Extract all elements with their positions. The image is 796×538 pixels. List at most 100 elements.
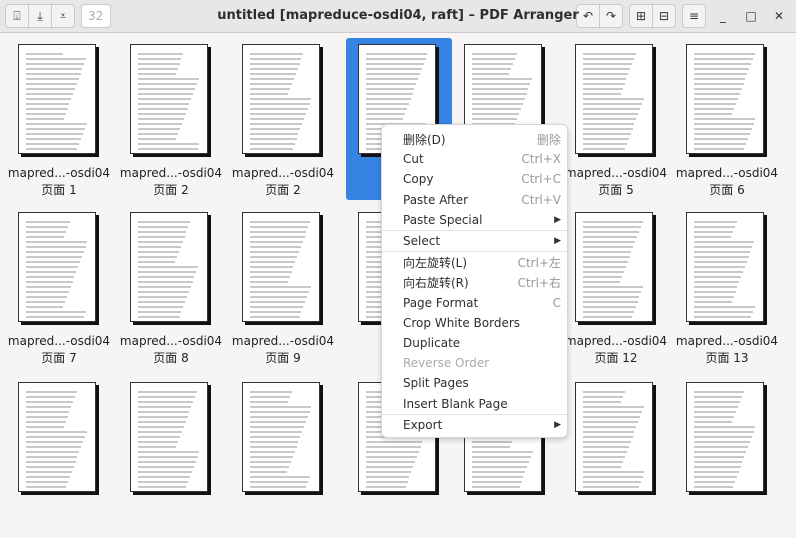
page-filename: mapred...-osdi04 [119,334,223,348]
menu-item-rotate-right[interactable]: 向右旋转(R) Ctrl+右 [382,272,567,292]
page-thumbnail[interactable]: mapred...-osdi04 页面 12 [563,206,669,368]
menu-item-duplicate[interactable]: Duplicate [382,333,567,353]
menu-icon[interactable]: ≡ [682,4,706,28]
menu-item-label: Export [403,417,443,432]
page-number: 页面 2 [265,183,301,197]
menu-item-shortcut: 删除 [536,132,561,147]
page-thumbnail[interactable]: mapred...-osdi04 页面 2 [118,38,224,200]
page-filename: mapred...-osdi04 [119,166,223,180]
page-number: 页面 12 [594,351,638,365]
submenu-arrow-icon: ▶ [554,419,561,430]
page-preview [242,44,320,154]
page-preview [18,44,96,154]
menu-item-rotate-left[interactable]: 向左旋转(L) Ctrl+左 [382,252,567,272]
page-number: 页面 2 [153,183,189,197]
page-preview [686,212,764,322]
submenu-arrow-icon: ▶ [554,214,561,225]
rotate-left-icon[interactable]: ↶ [576,4,600,28]
page-thumbnail[interactable] [118,376,224,538]
menu-item-page-format[interactable]: Page Format C [382,293,567,313]
page-thumbnail[interactable]: mapred...-osdi04 页面 8 [118,206,224,368]
menu-item-shortcut: C [552,295,561,310]
menu-item-export[interactable]: Export ▶ [382,415,567,435]
page-preview [686,382,764,492]
menu-item-shortcut: Ctrl+右 [517,275,561,290]
menu-item-label: 向右旋转(R) [403,275,469,290]
page-preview [242,382,320,492]
menu-item-shortcut: Ctrl+V [521,192,561,207]
zoom-out-icon[interactable]: ⊟ [652,4,676,28]
minimize-icon[interactable]: _ [712,9,734,23]
page-thumbnail[interactable]: mapred...-osdi04 页面 9 [230,206,336,368]
page-filename: mapred...-osdi04 [564,334,668,348]
header-bar: ⍗ ⤓ ⩡ 32 untitled [mapreduce-osdi04, raf… [0,0,796,33]
menu-item-label: Crop White Borders [403,315,521,330]
rotate-right-icon[interactable]: ↷ [599,4,623,28]
page-thumbnail[interactable]: mapred...-osdi04 页面 13 [674,206,780,368]
close-icon[interactable]: ✕ [768,9,790,23]
page-preview [18,212,96,322]
menu-item-label: Paste After [403,192,469,207]
menu-item-label: Cut [403,152,424,167]
page-thumbnail[interactable] [6,376,112,538]
menu-item-insert-blank-page[interactable]: Insert Blank Page [382,393,567,413]
page-thumbnail[interactable]: mapred...-osdi04 页面 7 [6,206,112,368]
context-menu: 删除(D) 删除 Cut Ctrl+X Copy Ctrl+C Paste After Ctr… [381,124,568,438]
page-filename: mapred...-osdi04 [231,334,335,348]
page-preview [686,44,764,154]
menu-item-shortcut: Ctrl+C [521,172,561,187]
page-filename: mapred...-osdi04 [675,166,779,180]
menu-item-crop-white-borders[interactable]: Crop White Borders [382,313,567,333]
menu-item-shortcut: Ctrl+左 [517,255,561,270]
page-preview [130,382,208,492]
menu-item-paste-special[interactable]: Paste Special ▶ [382,210,567,230]
page-thumbnail[interactable]: mapred...-osdi04 页面 5 [563,38,669,200]
menu-item-split-pages[interactable]: Split Pages [382,373,567,393]
page-number: 页面 6 [709,183,745,197]
submenu-arrow-icon: ▶ [554,236,561,247]
page-preview [130,44,208,154]
menu-item-label: Page Format [403,295,479,310]
page-preview [575,382,653,492]
page-thumbnail[interactable]: mapred...-osdi04 页面 2 [230,38,336,200]
page-preview [242,212,320,322]
zoom-input[interactable]: 32 [81,4,111,28]
page-preview [18,382,96,492]
page-filename: mapred...-osdi04 [7,334,111,348]
page-preview [575,44,653,154]
page-number: 页面 8 [153,351,189,365]
menu-item-copy[interactable]: Copy Ctrl+C [382,169,567,189]
page-thumbnail[interactable] [230,376,336,538]
page-filename: mapred...-osdi04 [675,334,779,348]
page-thumbnail[interactable]: mapred...-osdi04 页面 6 [674,38,780,200]
import-icon[interactable]: ⍗ [5,4,29,28]
menu-item-paste-after[interactable]: Paste After Ctrl+V [382,190,567,210]
page-preview [575,212,653,322]
page-thumbnail[interactable] [674,376,780,538]
menu-item-delete[interactable]: 删除(D) 删除 [382,129,567,149]
page-number: 页面 7 [41,351,77,365]
page-filename: mapred...-osdi04 [7,166,111,180]
page-preview [130,212,208,322]
save-icon[interactable]: ⤓ [28,4,52,28]
maximize-icon[interactable]: □ [740,9,762,23]
menu-item-shortcut: Ctrl+X [521,152,561,167]
menu-item-label: Copy [403,172,434,187]
page-filename: mapred...-osdi04 [231,166,335,180]
page-number: 页面 13 [705,351,749,365]
menu-item-label: Reverse Order [403,356,490,371]
zoom-in-icon[interactable]: ⊞ [629,4,653,28]
menu-item-label: Insert Blank Page [403,396,508,411]
menu-item-label: Split Pages [403,376,469,391]
menu-item-reverse-order: Reverse Order [382,353,567,373]
page-number: 页面 1 [41,183,77,197]
save-as-icon[interactable]: ⩡ [51,4,75,28]
menu-item-label: Duplicate [403,335,461,350]
page-filename: mapred...-osdi04 [564,166,668,180]
page-thumbnail[interactable]: mapred...-osdi04 页面 1 [6,38,112,200]
menu-item-label: Paste Special [403,212,483,227]
menu-item-select[interactable]: Select ▶ [382,231,567,251]
menu-item-cut[interactable]: Cut Ctrl+X [382,149,567,169]
page-number: 页面 5 [598,183,634,197]
page-thumbnail[interactable] [563,376,669,538]
